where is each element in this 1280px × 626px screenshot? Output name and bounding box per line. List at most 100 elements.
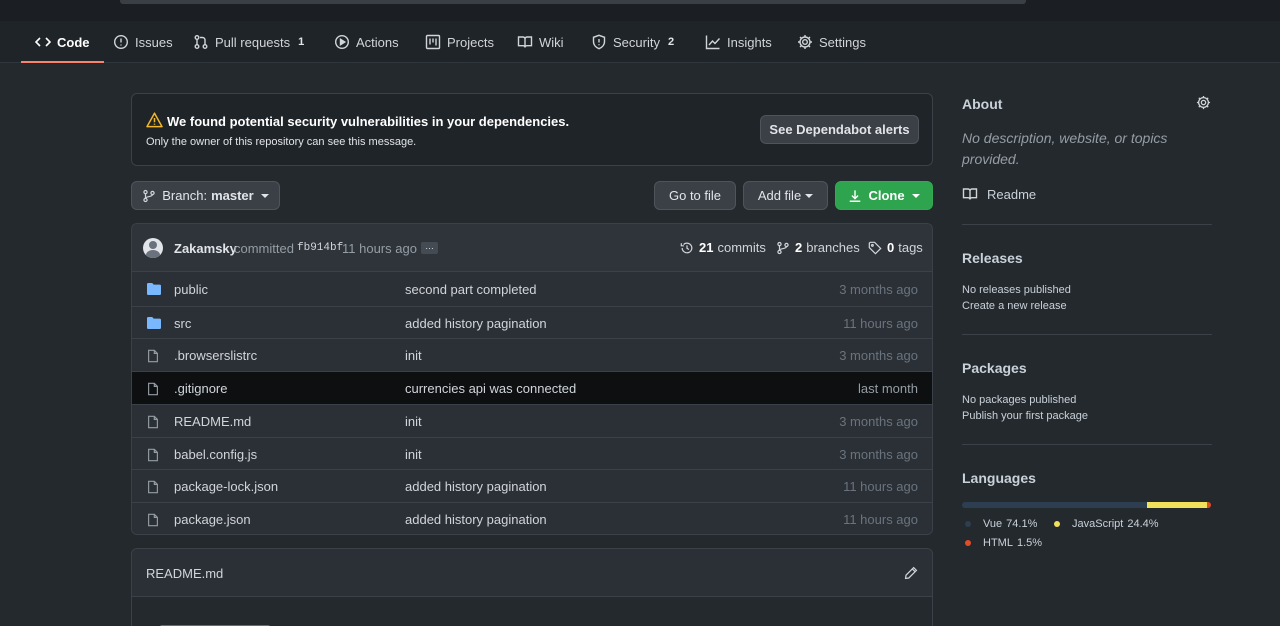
commit-message[interactable]: init <box>405 447 422 462</box>
tab-label: Issues <box>135 34 173 50</box>
commit-message[interactable]: init <box>405 414 422 429</box>
language-html[interactable]: HTML 1.5% <box>965 537 1042 549</box>
divider <box>962 334 1212 335</box>
language-percent: 1.5% <box>1016 537 1043 549</box>
clone-label: Clone <box>868 188 905 203</box>
see-dependabot-alerts-button[interactable]: See Dependabot alerts <box>760 115 919 144</box>
packages-title[interactable]: Packages <box>962 360 1027 376</box>
commit-age: 11 hours ago <box>843 315 918 331</box>
language-percent: 74.1% <box>1006 518 1038 530</box>
commit-message[interactable]: init <box>405 348 422 363</box>
file-icon <box>146 512 162 527</box>
commit-more-button[interactable]: … <box>421 242 438 254</box>
commit-author[interactable]: Zakamsky <box>174 241 237 256</box>
security-alert-banner: We found potential security vulnerabilit… <box>131 93 933 166</box>
file-name[interactable]: .gitignore <box>174 381 227 396</box>
tab-label: Pull requests <box>215 34 291 50</box>
language-bar <box>962 502 1211 508</box>
file-name[interactable]: package.json <box>174 512 251 527</box>
tab-insights[interactable]: Insights <box>705 21 772 63</box>
branch-icon <box>143 189 155 202</box>
alert-subtext: Only the owner of this repository can se… <box>146 136 417 148</box>
branch-prefix: Branch: <box>162 188 208 203</box>
tab-wiki[interactable]: Wiki <box>517 21 564 63</box>
go-to-file-button[interactable]: Go to file <box>654 181 736 210</box>
language-bar-segment <box>1146 502 1208 508</box>
book-icon <box>962 188 978 200</box>
table-row[interactable]: README.md init 3 months ago <box>132 403 932 437</box>
horizontal-scrollbar[interactable] <box>120 0 1026 4</box>
commit-message[interactable]: added history pagination <box>405 316 547 331</box>
commit-message[interactable]: currencies api was connected <box>405 381 576 396</box>
tab-security[interactable]: Security 2 <box>591 21 674 63</box>
pencil-icon[interactable] <box>904 566 918 580</box>
file-name[interactable]: src <box>174 316 191 331</box>
pull-request-count: 1 <box>298 36 305 48</box>
commits-link[interactable]: 21 commits <box>680 240 766 255</box>
divider <box>962 224 1212 225</box>
graph-icon <box>705 34 721 50</box>
folder-icon <box>146 316 162 330</box>
commit-message[interactable]: second part completed <box>405 282 537 297</box>
play-icon <box>334 34 350 50</box>
publish-package-link[interactable]: Publish your first package <box>962 410 1088 422</box>
avatar[interactable] <box>143 238 163 258</box>
table-row[interactable]: src added history pagination 11 hours ago <box>132 305 932 339</box>
chevron-down-icon <box>911 193 920 198</box>
file-name[interactable]: package-lock.json <box>174 479 278 494</box>
code-icon <box>35 34 51 50</box>
add-file-button[interactable]: Add file <box>743 181 828 210</box>
pull-request-icon <box>193 34 209 50</box>
readme-link[interactable]: Readme <box>962 186 1036 202</box>
language-vue[interactable]: Vue 74.1% <box>965 518 1037 530</box>
commit-age: last month <box>858 381 918 397</box>
commits-label: commits <box>717 240 766 255</box>
gear-icon[interactable] <box>1196 95 1211 110</box>
tab-label: Projects <box>447 34 494 50</box>
readme-title: README.md <box>146 566 224 581</box>
tab-settings[interactable]: Settings <box>797 21 866 63</box>
clone-button[interactable]: Clone <box>835 181 933 210</box>
commit-message[interactable]: added history pagination <box>405 479 547 494</box>
commit-verb: committed <box>234 241 294 256</box>
branch-select-button[interactable]: Branch: master <box>131 181 280 210</box>
tab-projects[interactable]: Projects <box>425 21 494 63</box>
commit-age: 3 months ago <box>839 348 918 364</box>
table-row[interactable]: .gitignore currencies api was connected la… <box>132 371 932 405</box>
book-icon <box>517 34 533 50</box>
tab-issues[interactable]: Issues <box>113 21 173 63</box>
history-icon <box>680 242 693 253</box>
file-name[interactable]: public <box>174 282 208 297</box>
tab-pull-requests[interactable]: Pull requests 1 <box>193 21 304 63</box>
releases-title[interactable]: Releases <box>962 250 1023 266</box>
file-name[interactable]: README.md <box>174 414 251 429</box>
tab-label: Settings <box>819 34 866 50</box>
table-row[interactable]: package-lock.json added history paginatio… <box>132 469 932 503</box>
security-count: 2 <box>667 36 675 48</box>
language-dot <box>965 521 971 527</box>
issue-icon <box>113 34 129 50</box>
file-name[interactable]: babel.config.js <box>174 447 257 462</box>
table-row[interactable]: public second part completed 3 months ago <box>132 273 932 306</box>
add-file-label: Add file <box>757 188 802 203</box>
table-row[interactable]: babel.config.js init 3 months ago <box>132 436 932 470</box>
about-title: About <box>962 96 1003 112</box>
branches-link[interactable]: 2 branches <box>776 240 860 255</box>
releases-empty: No releases published <box>962 284 1071 296</box>
table-row[interactable]: package.json added history pagination 11 h… <box>132 501 932 534</box>
tab-code[interactable]: Code <box>21 21 103 63</box>
language-dot <box>1054 521 1060 527</box>
readme-panel: README.md <box>131 548 933 626</box>
commit-message[interactable]: added history pagination <box>405 512 547 527</box>
branches-count: 2 <box>795 240 803 255</box>
language-bar-segment <box>1207 502 1211 508</box>
language-javascript[interactable]: JavaScript 24.4% <box>1054 518 1159 530</box>
commit-sha[interactable]: fb914bf <box>297 242 343 254</box>
file-name[interactable]: .browserslistrc <box>174 348 257 363</box>
tags-link[interactable]: 0 tags <box>868 240 923 255</box>
shield-icon <box>591 34 607 50</box>
create-release-link[interactable]: Create a new release <box>962 300 1067 312</box>
table-row[interactable]: .browserslistrc init 3 months ago <box>132 338 932 372</box>
tab-actions[interactable]: Actions <box>334 21 399 63</box>
languages-title: Languages <box>962 470 1036 486</box>
